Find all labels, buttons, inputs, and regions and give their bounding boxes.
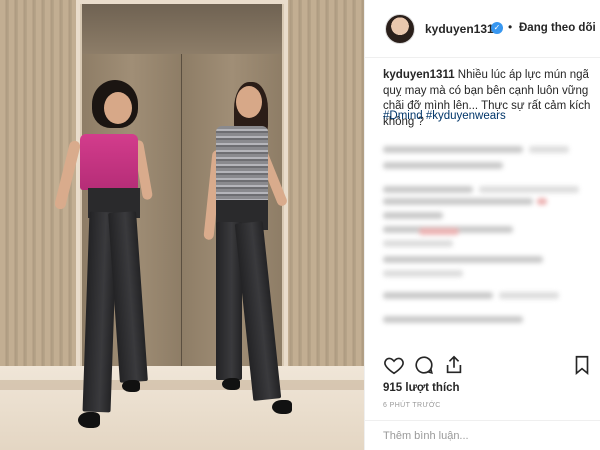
- verified-badge-icon: ✓: [491, 22, 503, 34]
- comment-input[interactable]: [383, 430, 583, 442]
- bookmark-icon[interactable]: [571, 354, 593, 376]
- username-link[interactable]: kyduyen1311: [425, 22, 500, 36]
- floor: [0, 366, 364, 450]
- comment-bubble-icon[interactable]: [413, 354, 435, 376]
- caption-username-link[interactable]: kyduyen1311: [383, 69, 455, 81]
- comment-bar: [365, 420, 600, 450]
- wall-panel-left: [0, 0, 80, 392]
- post-timestamp: 6 PHÚT TRƯỚC: [383, 402, 441, 409]
- elevator-header: [82, 4, 282, 54]
- post-actions: [383, 354, 595, 378]
- post-header: kyduyen1311 ✓ • Đang theo dõi: [365, 0, 600, 58]
- baseboard: [0, 380, 364, 390]
- heart-icon[interactable]: [383, 354, 405, 376]
- separator-dot: •: [508, 20, 513, 34]
- like-count[interactable]: 915 lượt thích: [383, 382, 460, 394]
- following-button[interactable]: Đang theo dõi: [519, 22, 596, 34]
- hashtag-links[interactable]: #Dmind #kyduyenwears: [383, 110, 506, 122]
- wall-panel-right: [284, 0, 364, 392]
- avatar[interactable]: [385, 14, 415, 44]
- blurred-comments: [379, 140, 593, 340]
- post-sidebar: kyduyen1311 ✓ • Đang theo dõi kyduyen131…: [364, 0, 600, 450]
- share-icon[interactable]: [443, 354, 465, 376]
- post-photo[interactable]: [0, 0, 364, 450]
